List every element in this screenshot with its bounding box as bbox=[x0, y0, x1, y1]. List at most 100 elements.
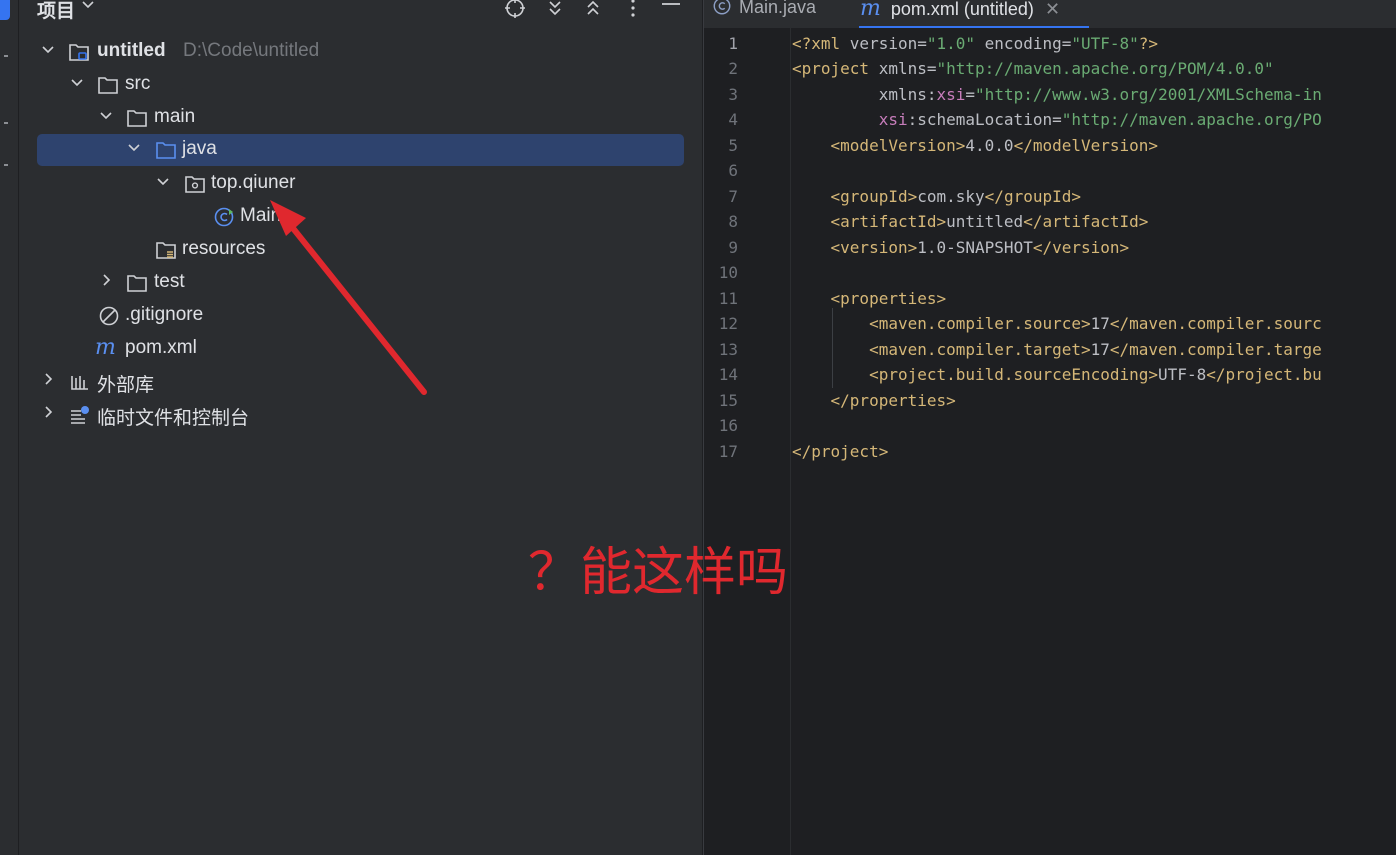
editor-area: Main.java m pom.xml (untitled) ✕ 1 2 3 4 … bbox=[703, 0, 1396, 855]
folder-icon bbox=[97, 74, 119, 96]
tab-pom-xml[interactable]: m pom.xml (untitled) ✕ bbox=[860, 0, 1060, 24]
line-number: 6 bbox=[728, 161, 738, 180]
line-number: 11 bbox=[718, 289, 738, 308]
tree-item-external-libraries[interactable]: 外部库 bbox=[37, 366, 684, 398]
line-number: 2 bbox=[728, 59, 738, 78]
code-line[interactable]: <project.build.sourceEncoding>UTF-8</pro… bbox=[792, 365, 1322, 384]
tree-item-label: test bbox=[154, 271, 185, 292]
tree-item-scratches[interactable]: 临时文件和控制台 bbox=[37, 399, 684, 431]
chevron-down-icon[interactable] bbox=[81, 0, 95, 16]
line-number: 10 bbox=[718, 263, 738, 282]
line-number: 15 bbox=[718, 391, 738, 410]
tree-item-label: Main bbox=[240, 205, 282, 226]
rail-icon-3[interactable] bbox=[4, 164, 8, 166]
code-line[interactable]: <modelVersion>4.0.0</modelVersion> bbox=[792, 136, 1159, 155]
line-number: 13 bbox=[718, 340, 738, 359]
line-number: 14 bbox=[718, 365, 738, 384]
chevron-down-icon[interactable] bbox=[155, 174, 171, 192]
tab-label: Main.java bbox=[739, 0, 817, 17]
tree-item-label: .gitignore bbox=[125, 304, 204, 325]
maven-icon: m bbox=[95, 335, 116, 360]
tree-item-label: src bbox=[125, 73, 151, 94]
resources-folder-icon bbox=[155, 239, 177, 261]
ignore-file-icon bbox=[98, 305, 120, 327]
annotation-question: ？能这样吗 bbox=[528, 544, 789, 602]
line-number: 5 bbox=[728, 136, 738, 155]
code-line[interactable]: xsi:schemaLocation="http://maven.apache.… bbox=[792, 110, 1322, 129]
line-number: 8 bbox=[728, 212, 738, 231]
tree-item-label: resources bbox=[182, 238, 266, 259]
tab-label: pom.xml (untitled) bbox=[890, 0, 1034, 19]
project-panel-header: 项目 bbox=[19, 0, 702, 26]
close-icon[interactable]: ✕ bbox=[1045, 0, 1060, 19]
code-line[interactable]: <artifactId>untitled</artifactId> bbox=[792, 212, 1149, 231]
indent-guide bbox=[832, 308, 833, 388]
line-number: 1 bbox=[728, 34, 738, 53]
folder-icon bbox=[126, 272, 148, 294]
module-folder-icon bbox=[68, 41, 90, 63]
chevron-down-icon[interactable] bbox=[98, 108, 114, 126]
code-line[interactable]: </properties> bbox=[792, 391, 956, 410]
code-line[interactable]: <maven.compiler.source>17</maven.compile… bbox=[792, 314, 1322, 333]
code-line[interactable]: <project xmlns="http://maven.apache.org/… bbox=[792, 59, 1274, 78]
package-icon bbox=[184, 173, 206, 195]
project-panel: 项目 untitled D:\Code\untitled src main ja… bbox=[19, 0, 702, 855]
line-number: 7 bbox=[728, 187, 738, 206]
maven-icon: m bbox=[860, 0, 881, 21]
code-line[interactable]: </project> bbox=[792, 442, 888, 461]
rail-icon-2[interactable] bbox=[4, 122, 8, 124]
tree-item-package[interactable]: top.qiuner bbox=[37, 168, 684, 200]
line-number-gutter: 1 2 3 4 5 6 7 8 9 10 11 12 13 14 15 16 1… bbox=[704, 28, 791, 855]
tree-item-label: java bbox=[182, 138, 217, 159]
tree-item-test[interactable]: test bbox=[37, 267, 684, 299]
editor-tabs: Main.java m pom.xml (untitled) ✕ bbox=[704, 0, 1396, 28]
tab-main-java[interactable]: Main.java bbox=[712, 0, 816, 24]
code-line[interactable]: xmlns:xsi="http://www.w3.org/2001/XMLSch… bbox=[792, 85, 1322, 104]
tree-item-src[interactable]: src bbox=[37, 69, 684, 101]
source-folder-icon bbox=[155, 139, 177, 161]
code-line[interactable]: <?xml version="1.0" encoding="UTF-8"?> bbox=[792, 34, 1158, 53]
java-class-icon bbox=[213, 206, 235, 228]
code-line[interactable]: <groupId>com.sky</groupId> bbox=[792, 187, 1081, 206]
line-number: 12 bbox=[718, 314, 738, 333]
chevron-right-icon[interactable] bbox=[98, 273, 114, 291]
tree-item-resources[interactable]: resources bbox=[37, 234, 684, 266]
rail-icon-1[interactable] bbox=[4, 55, 8, 57]
tree-item-java[interactable]: java bbox=[37, 134, 684, 166]
chevron-right-icon[interactable] bbox=[40, 372, 56, 390]
tree-item-main[interactable]: main bbox=[37, 102, 684, 134]
tree-item-path: D:\Code\untitled bbox=[183, 40, 320, 61]
collapse-all-icon[interactable] bbox=[581, 0, 605, 20]
chevron-down-icon[interactable] bbox=[69, 75, 85, 93]
chevron-down-icon[interactable] bbox=[126, 140, 142, 158]
tree-item-main-class[interactable]: Main bbox=[37, 201, 684, 233]
tree-item-label: main bbox=[154, 106, 196, 127]
folder-icon bbox=[126, 107, 148, 129]
tree-item-gitignore[interactable]: .gitignore bbox=[37, 300, 684, 332]
tree-item-untitled[interactable]: untitled D:\Code\untitled bbox=[37, 36, 684, 68]
tree-item-label: 外部库 bbox=[97, 375, 155, 396]
line-number: 3 bbox=[728, 85, 738, 104]
line-number: 16 bbox=[718, 416, 738, 435]
scratches-icon bbox=[69, 404, 91, 426]
project-tool-button[interactable] bbox=[0, 0, 10, 20]
minimize-icon[interactable] bbox=[659, 0, 683, 20]
tree-item-pom[interactable]: m pom.xml bbox=[37, 333, 684, 365]
locate-icon[interactable] bbox=[503, 0, 527, 20]
code-line[interactable]: <maven.compiler.target>17</maven.compile… bbox=[792, 340, 1322, 359]
code-line[interactable]: <version>1.0-SNAPSHOT</version> bbox=[792, 238, 1130, 257]
tool-window-rail bbox=[0, 0, 19, 855]
chevron-right-icon[interactable] bbox=[40, 405, 56, 423]
tree-item-label: untitled bbox=[97, 40, 166, 61]
project-panel-title[interactable]: 项目 bbox=[37, 0, 75, 23]
line-number: 9 bbox=[728, 238, 738, 257]
line-number: 4 bbox=[728, 110, 738, 129]
tree-item-label: top.qiuner bbox=[211, 172, 296, 193]
java-class-icon bbox=[712, 0, 732, 21]
more-options-icon[interactable] bbox=[621, 0, 645, 20]
expand-all-icon[interactable] bbox=[543, 0, 567, 20]
tree-item-label: 临时文件和控制台 bbox=[97, 408, 250, 429]
active-tab-indicator bbox=[859, 26, 1089, 28]
chevron-down-icon[interactable] bbox=[40, 42, 56, 60]
code-line[interactable]: <properties> bbox=[792, 289, 947, 308]
